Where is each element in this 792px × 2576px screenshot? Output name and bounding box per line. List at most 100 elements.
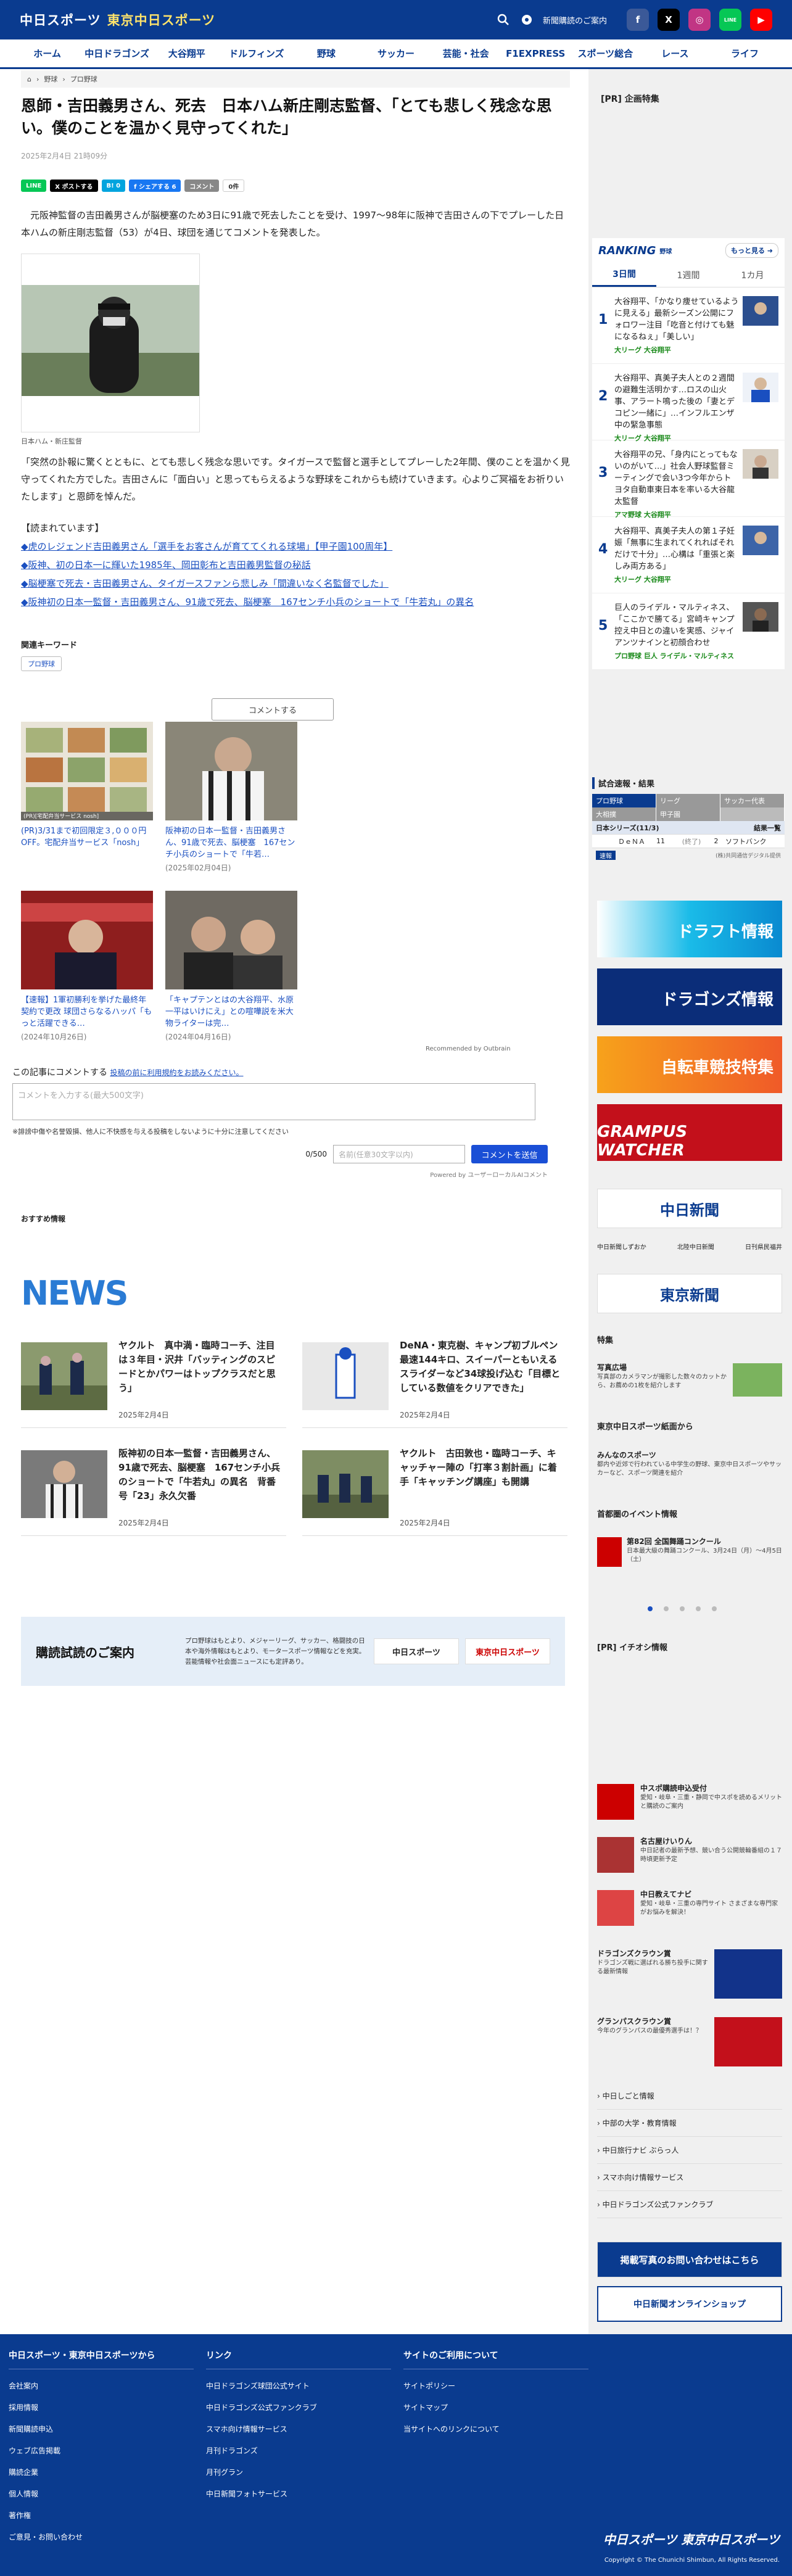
ranking-item[interactable]: 3 大谷翔平の兄、「身内にとってもないのがいて…」社会人野球監督ミーティングで会い… <box>592 440 785 519</box>
nav-baseball[interactable]: 野球 <box>291 47 361 60</box>
service-item[interactable]: ドラゴンズクラウン賞 ドラゴンズ戦に選ばれる勝ち投手に関する最新情報 <box>597 1949 782 1999</box>
news-card[interactable]: ヤクルト 古田敦也・臨時コーチ、キャッチャー陣の「打率３割計画」に着手「キャッチ… <box>302 1447 567 1536</box>
hatena-bookmark-button[interactable]: B! 0 <box>101 180 126 192</box>
footer-link[interactable]: 著作権 <box>9 2510 194 2520</box>
sidebar-link[interactable]: › 中日しごと情報 <box>597 2083 782 2110</box>
home-icon[interactable]: ⌂ <box>27 75 31 83</box>
line-icon[interactable]: LINE <box>719 9 741 31</box>
related-link[interactable]: ◆虎のレジェンド吉田義男さん「選手をお客さんが育ててくれる球場」【甲子園100周… <box>21 537 570 556</box>
footer-link[interactable]: 中日ドラゴンズ公式ファンクラブ <box>206 2402 391 2413</box>
subscription-link[interactable]: 新聞購読のご案内 <box>543 14 607 26</box>
score-tab-league[interactable]: リーグ <box>656 794 720 807</box>
site-logo[interactable]: 中日スポーツ 東京中日スポーツ <box>20 10 215 29</box>
footer-link[interactable]: 月刊ドラゴンズ <box>206 2445 391 2456</box>
news-card[interactable]: ヤクルト 真中満・臨時コーチ、注目は３年目・沢井「バッティングのスピードとかパワ… <box>21 1339 286 1428</box>
ranking-tab-3days[interactable]: 3日間 <box>592 263 656 287</box>
news-card[interactable]: 阪神初の日本一監督・吉田義男さん、91歳で死去、脳梗塞 167センチ小兵のショー… <box>21 1447 286 1536</box>
nav-life[interactable]: ライフ <box>710 47 780 60</box>
service-item[interactable]: グランパスクラウン賞 今年のグランパスの最優秀選手は！？ <box>597 2017 782 2066</box>
nav-dolphins[interactable]: ドルフィンズ <box>221 47 291 60</box>
breadcrumb-pro-baseball[interactable]: プロ野球 <box>70 74 97 84</box>
ranking-item[interactable]: 1 大谷翔平、「かなり痩せているように見える」最新シーズン公開にフォロワー注目「吃… <box>592 287 785 364</box>
nav-sports[interactable]: スポーツ総合 <box>571 47 640 60</box>
carousel-dot[interactable] <box>648 1606 653 1611</box>
comment-textarea[interactable]: コメントを入力する(最大500文字) <box>12 1083 535 1120</box>
sidebar-link[interactable]: › 中日旅行ナビ ぶらっ人 <box>597 2137 782 2164</box>
footer-link[interactable]: サイトポリシー <box>403 2380 588 2391</box>
facebook-share-button[interactable]: f シェアする 6 <box>129 180 181 192</box>
footer-link[interactable]: ウェブ広告掲載 <box>9 2445 194 2456</box>
service-item[interactable]: 名古屋けいりん 中日記者の最新予想、競い合う公開競輪番組の１７時頃更新予定 <box>597 1837 782 1873</box>
events-block[interactable]: 第82回 全国舞踊コンクール 日本最大級の舞踊コンクール、3月24日（月）〜4月5… <box>597 1537 782 1567</box>
nav-entertainment[interactable]: 芸能・社会 <box>431 47 501 60</box>
score-tab-koshien[interactable]: 甲子園 <box>656 807 720 821</box>
banner-draft[interactable]: ドラフト情報 <box>597 901 782 957</box>
subscribe-logo-chunichi-sports[interactable]: 中日スポーツ <box>374 1638 459 1664</box>
article-photo[interactable] <box>21 254 200 432</box>
youtube-icon[interactable]: ▶ <box>750 9 772 31</box>
carousel-dot[interactable] <box>696 1606 701 1611</box>
recommend-card[interactable]: 阪神初の日本一監督・吉田義男さん、91歳で死去、脳梗塞 167センチ小兵のショー… <box>165 722 297 873</box>
score-tab-sumo[interactable]: 大相撲 <box>592 807 656 821</box>
recommend-card[interactable]: 「キャプテンとはの大谷翔平、水原一平はいけにえ」との喧嘩説を米大物ライターは完…… <box>165 891 297 1042</box>
nav-f1express[interactable]: F1EXPRESS <box>501 48 571 59</box>
facebook-icon[interactable]: f <box>627 9 649 31</box>
subscribe-logo-tokyo-chunichi-sports[interactable]: 東京中日スポーツ <box>465 1638 550 1664</box>
nav-home[interactable]: ホーム <box>12 47 82 60</box>
ranking-tab-1month[interactable]: 1カ月 <box>720 263 785 287</box>
terms-link[interactable]: 投稿の前に利用規約をお読みください。 <box>110 1068 243 1077</box>
related-link[interactable]: ◆阪神初の日本一監督・吉田義男さん、91歳で死去、脳梗塞 167センチ小兵のショ… <box>21 593 570 611</box>
subscribe-banner[interactable]: 購読試読のご案内 プロ野球はもとより、メジャーリーグ、サッカー、格闘技の日本や海… <box>21 1617 565 1686</box>
link-fukui[interactable]: 日刊県民福井 <box>745 1242 782 1251</box>
nav-dragons[interactable]: 中日ドラゴンズ <box>82 47 152 60</box>
breadcrumb-baseball[interactable]: 野球 <box>44 74 57 84</box>
submit-comment-button[interactable]: コメントを送信 <box>471 1145 548 1163</box>
carousel-dot[interactable] <box>664 1606 669 1611</box>
search-icon[interactable] <box>496 12 511 27</box>
footer-link[interactable]: 新聞購読申込 <box>9 2424 194 2434</box>
nav-race[interactable]: レース <box>640 47 710 60</box>
name-input[interactable]: 名前(任意30文字以内) <box>333 1145 465 1163</box>
photo-service-banner[interactable]: 掲載写真のお問い合わせはこちら <box>597 2242 782 2277</box>
score-results-link[interactable]: 結果一覧 <box>754 823 781 833</box>
line-share-button[interactable]: LINE <box>21 180 47 192</box>
tokyo-sports-block[interactable]: みんなのスポーツ 都内や近郊で行われている中学生の野球、東京中日スポーツやサッカー… <box>597 1451 782 1478</box>
link-shizuoka[interactable]: 中日新聞しずおか <box>597 1242 646 1251</box>
outbrain-credit[interactable]: Recommended by Outbrain <box>426 1046 511 1052</box>
feature-block[interactable]: 写真広場 写真部のカメラマンが撮影した数々のカットから、お薦めの1枚を紹介します <box>597 1363 782 1397</box>
footer-link[interactable]: 会社案内 <box>9 2380 194 2391</box>
footer-logo[interactable]: 中日スポーツ 東京中日スポーツ <box>603 2530 780 2548</box>
ranking-more-link[interactable]: もっと見る ➜ <box>725 243 778 258</box>
score-tab-soccer[interactable]: サッカー代表 <box>720 794 785 807</box>
chunichi-shimbun-banner[interactable]: 中日新聞 <box>597 1189 782 1228</box>
sidebar-link[interactable]: › 中部の大学・教育情報 <box>597 2110 782 2137</box>
ranking-item[interactable]: 4 大谷翔平、真美子夫人の第１子妊娠「無事に生まれてくれればそれだけで十分」…心構… <box>592 517 785 593</box>
nav-soccer[interactable]: サッカー <box>361 47 431 60</box>
footer-link[interactable]: サイトマップ <box>403 2402 588 2413</box>
gear-icon[interactable] <box>519 12 534 27</box>
score-tab-pro[interactable]: プロ野球 <box>592 794 656 807</box>
service-item[interactable]: 中スポ購読申込受付 愛知・岐阜・三重・静岡で中スポを読めるメリットと購読のご案内 <box>597 1784 782 1820</box>
sidebar-link[interactable]: › 中日ドラゴンズ公式ファンクラブ <box>597 2191 782 2218</box>
service-item[interactable]: 中日教えてナビ 愛知・岐阜・三重の専門サイト さまざまな専門家がお悩みを解決！ <box>597 1890 782 1926</box>
news-card[interactable]: DeNA・東克樹、キャンプ初ブルペン 最速144キロ、スイーパーともいえるスライ… <box>302 1339 567 1428</box>
banner-grampus[interactable]: GRAMPUS WATCHER <box>597 1104 782 1161</box>
ranking-tab-1week[interactable]: 1週間 <box>656 263 720 287</box>
carousel-dot[interactable] <box>712 1606 717 1611</box>
footer-link[interactable]: 当サイトへのリンクについて <box>403 2424 588 2434</box>
link-hokuriku[interactable]: 北陸中日新聞 <box>677 1242 714 1251</box>
recommend-card[interactable]: 【速報】1軍初勝利を挙げた最終年契約で更改 球団さらなるハッパ「もっと活躍できる… <box>21 891 153 1042</box>
footer-link[interactable]: ご意見・お問い合わせ <box>9 2532 194 2542</box>
x-icon[interactable]: X <box>658 9 680 31</box>
recommend-card[interactable]: (PR)[宅配弁当サービス nosh] (PR)3/31まで初回限定３,０００円… <box>21 722 153 849</box>
footer-link[interactable]: 個人情報 <box>9 2488 194 2499</box>
footer-link[interactable]: 採用情報 <box>9 2402 194 2413</box>
footer-link[interactable]: スマホ向け情報サービス <box>206 2424 391 2434</box>
footer-link[interactable]: 月刊グラン <box>206 2467 391 2477</box>
sidebar-link[interactable]: › スマホ向け情報サービス <box>597 2164 782 2191</box>
footer-link[interactable]: 中日ドラゴンズ球団公式サイト <box>206 2380 391 2391</box>
carousel-dot[interactable] <box>680 1606 685 1611</box>
online-shop-banner[interactable]: 中日新聞オンラインショップ <box>597 2286 782 2322</box>
banner-dragons[interactable]: ドラゴンズ情報 <box>597 968 782 1025</box>
nav-ohtani[interactable]: 大谷翔平 <box>152 47 221 60</box>
